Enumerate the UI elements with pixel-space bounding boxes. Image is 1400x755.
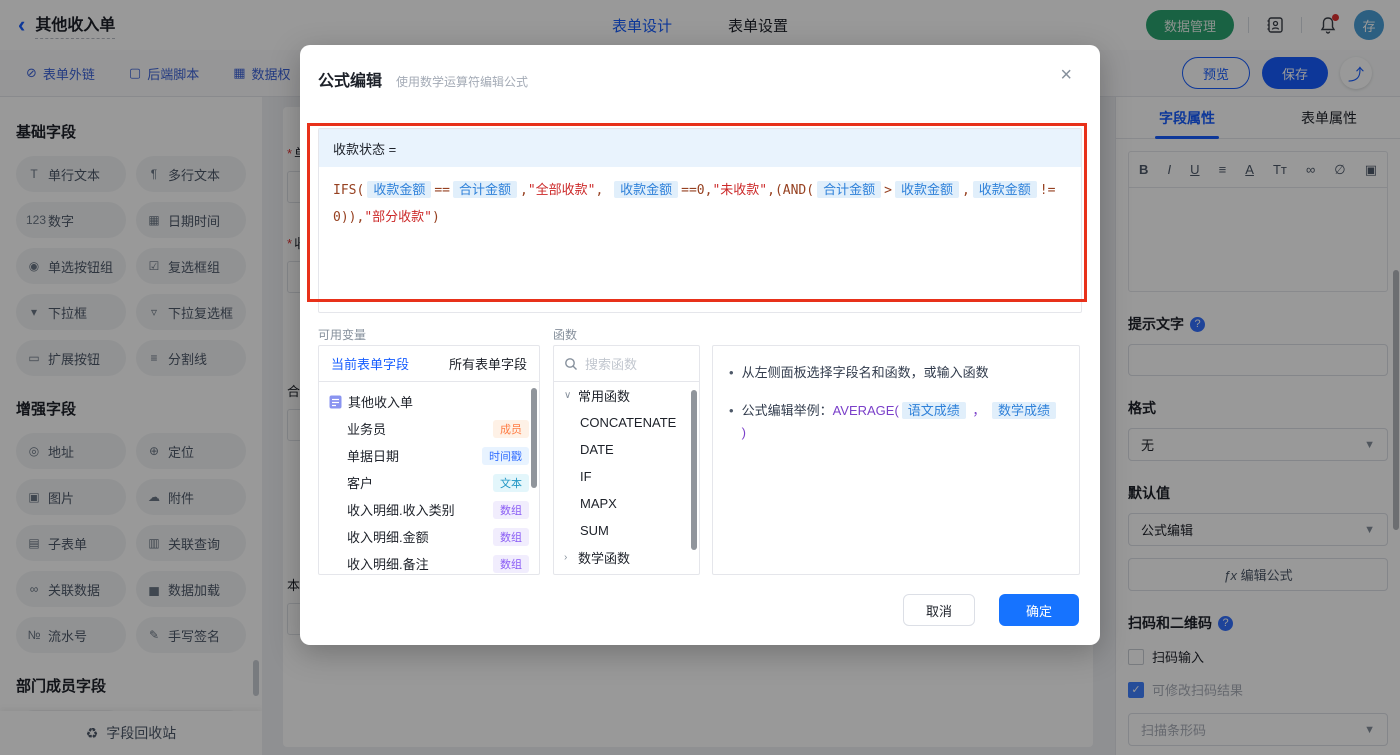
- variables-root-label: 其他收入单: [348, 395, 414, 410]
- formula-str-token: "全部收款": [527, 183, 596, 198]
- function-item-DATE[interactable]: DATE: [554, 436, 699, 463]
- search-icon: [565, 357, 577, 370]
- formula-field-token[interactable]: 收款金额: [614, 181, 679, 198]
- variable-name: 收入明细.备注: [347, 557, 429, 572]
- function-group-数学函数[interactable]: › 数学函数: [554, 544, 699, 571]
- variables-tab-当前表单字段[interactable]: 当前表单字段: [331, 354, 409, 373]
- bullet-icon: •: [729, 365, 734, 380]
- variables-tabs: 当前表单字段 所有表单字段: [319, 346, 539, 382]
- formula-field-token[interactable]: 收款金额: [894, 181, 959, 198]
- function-group-label: 常用函数: [578, 389, 631, 404]
- chevron-right-icon: ›: [564, 552, 568, 563]
- formula-editor-modal: 公式编辑 使用数学运算符编辑公式 × 收款状态 = IFS(收款金额 == 合计金额…: [300, 45, 1100, 645]
- variable-type-badge: 时间戳: [482, 446, 529, 465]
- tip-example: 公式编辑举例：AVERAGE(语文成绩 ， 数学成绩 ): [742, 400, 1063, 444]
- functions-list: ∨ 常用函数 CONCATENATEDATEIFMAPXSUM › 数学函数 ›文本函数: [554, 382, 699, 574]
- formula-field-token[interactable]: 合计金额: [817, 181, 882, 198]
- variables-tab-所有表单字段[interactable]: 所有表单字段: [449, 354, 527, 373]
- formula-field-token[interactable]: 收款金额: [972, 181, 1037, 198]
- modal-title: 公式编辑: [318, 73, 383, 90]
- variable-type-badge: 数组: [493, 554, 529, 573]
- function-item-SUM[interactable]: SUM: [554, 517, 699, 544]
- function-item-MAPX[interactable]: MAPX: [554, 490, 699, 517]
- variable-row-业务员[interactable]: 业务员 成员: [319, 415, 539, 442]
- formula-editor[interactable]: 收款状态 = IFS(收款金额 == 合计金额 ,"全部收款", 收款金额 ==0,"未…: [318, 128, 1082, 313]
- chevron-down-icon: ∨: [564, 390, 572, 401]
- formula-code-token: >: [884, 183, 892, 198]
- formula-code-token: ,: [595, 183, 612, 198]
- formula-field-token[interactable]: 合计金额: [452, 181, 517, 198]
- form-document-icon: [329, 395, 342, 409]
- variables-label: 可用变量: [318, 328, 367, 342]
- tip-function-close: ): [741, 425, 746, 440]
- app-root: ‹ 其他收入单 表单设计 表单设置 数据管理 存 ⊘ 表单外链 ▢ 后端脚本 ▦ 数据权 预…: [0, 0, 1400, 755]
- modal-subtitle: 使用数学运算符编辑公式: [396, 75, 529, 89]
- variable-name: 客户: [347, 476, 374, 491]
- search-placeholder: 搜索函数: [585, 357, 638, 372]
- tip-line-2: • 公式编辑举例：AVERAGE(语文成绩 ， 数学成绩 ): [729, 400, 1063, 444]
- variable-type-badge: 数组: [493, 500, 529, 519]
- formula-str-token: "未收款": [712, 183, 768, 198]
- tip-text: 从左侧面板选择字段名和函数，或输入函数: [741, 365, 989, 380]
- formula-target: 收款状态 =: [319, 129, 1081, 167]
- variable-type-badge: 数组: [493, 527, 529, 546]
- variable-row-收入明细.备注[interactable]: 收入明细.备注 数组: [319, 550, 539, 574]
- tips-panel: • 从左侧面板选择字段名和函数，或输入函数 • 公式编辑举例：AVERAGE(语文成绩…: [712, 345, 1080, 575]
- variables-scrollbar[interactable]: [531, 388, 537, 488]
- tip-field-token: 数学成绩: [992, 402, 1057, 419]
- function-group-常用函数[interactable]: ∨ 常用函数: [554, 382, 699, 409]
- variable-type-badge: 成员: [493, 419, 529, 438]
- variable-type-badge: 文本: [493, 473, 529, 492]
- variables-root-row[interactable]: 其他收入单: [319, 388, 539, 415]
- variable-row-客户[interactable]: 客户 文本: [319, 469, 539, 496]
- function-group-文本函数[interactable]: ›文本函数: [554, 571, 699, 574]
- variables-panel: 当前表单字段 所有表单字段 其他收入单业务员 成员单据日期 时间戳客户 文本收入明细.收…: [318, 345, 540, 575]
- function-item-CONCATENATE[interactable]: CONCATENATE: [554, 409, 699, 436]
- bullet-icon: •: [729, 403, 734, 418]
- variable-row-单据日期[interactable]: 单据日期 时间戳: [319, 442, 539, 469]
- formula-code-token: ==0,: [681, 183, 713, 198]
- variable-name: 单据日期: [347, 449, 400, 464]
- function-group-label: 数学函数: [578, 551, 631, 566]
- variable-row-收入明细.收入类别[interactable]: 收入明细.收入类别 数组: [319, 496, 539, 523]
- modal-footer: 取消 确定: [903, 594, 1079, 626]
- tip-example-prefix: 公式编辑举例：: [741, 403, 833, 418]
- modal-header: 公式编辑 使用数学运算符编辑公式: [300, 45, 1100, 91]
- formula-code-token: ,(AND(: [767, 183, 815, 198]
- tip-line-1: • 从左侧面板选择字段名和函数，或输入函数: [729, 362, 1063, 384]
- tip-separator: ，: [968, 403, 990, 418]
- formula-str-token: "部分收款": [364, 210, 432, 225]
- function-search[interactable]: 搜索函数: [554, 346, 699, 382]
- formula-code-token: ==: [434, 183, 450, 198]
- tip-field-token: 语文成绩: [901, 402, 966, 419]
- formula-code-token: ,: [961, 183, 970, 198]
- formula-body[interactable]: IFS(收款金额 == 合计金额 ,"全部收款", 收款金额 ==0,"未收款",(AN…: [319, 167, 1081, 240]
- functions-label: 函数: [553, 328, 578, 342]
- tip-function-open: AVERAGE(: [832, 403, 899, 418]
- function-item-IF[interactable]: IF: [554, 463, 699, 490]
- variable-name: 业务员: [347, 422, 387, 437]
- variables-tree: 其他收入单 业务员 成员 单据日期 时间戳 客户 文本 收入明细.收入类别 数组 收入明细.金额数…: [319, 382, 539, 574]
- formula-code-token: ): [431, 210, 440, 225]
- functions-scrollbar[interactable]: [691, 390, 697, 550]
- variable-row-收入明细.金额[interactable]: 收入明细.金额 数组: [319, 523, 539, 550]
- confirm-button[interactable]: 确定: [999, 594, 1079, 626]
- close-icon[interactable]: ×: [1060, 65, 1072, 85]
- functions-panel: 搜索函数 ∨常用函数CONCATENATEDATEIFMAPXSUM›数学函数›…: [553, 345, 700, 575]
- variable-name: 收入明细.金额: [347, 530, 429, 545]
- variable-name: 收入明细.收入类别: [347, 503, 455, 518]
- formula-code-token: ,: [520, 183, 528, 198]
- formula-code-token: IFS(: [333, 183, 365, 198]
- cancel-button[interactable]: 取消: [903, 594, 975, 626]
- formula-field-token[interactable]: 收款金额: [367, 181, 432, 198]
